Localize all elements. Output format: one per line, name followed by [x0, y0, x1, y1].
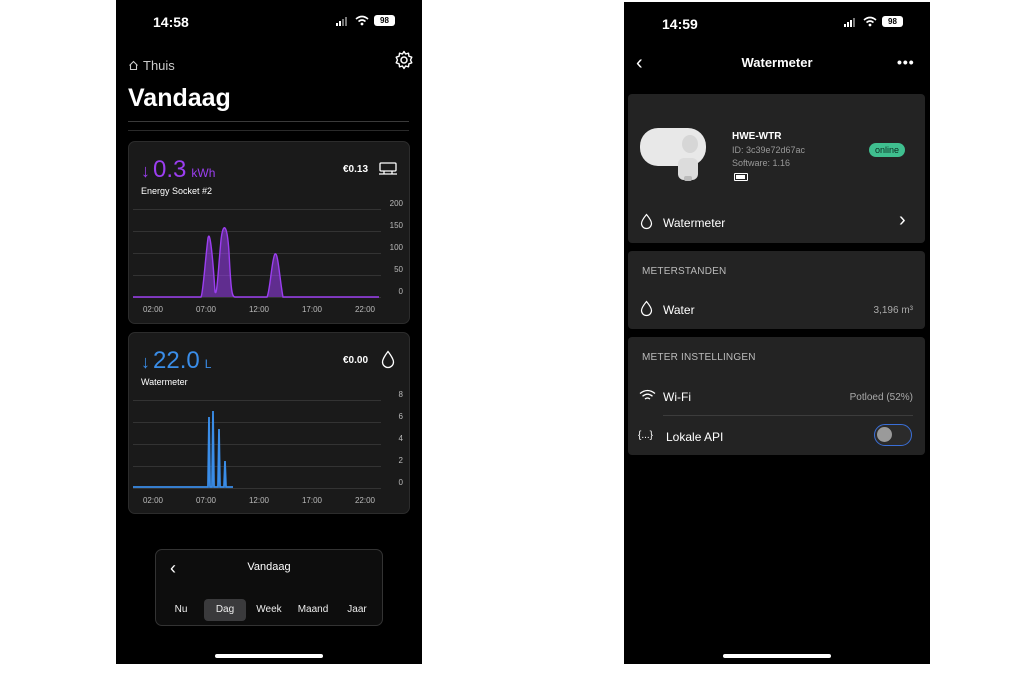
- watermeter-row-label: Watermeter: [663, 216, 726, 230]
- breadcrumb-label: Thuis: [143, 58, 175, 73]
- period-option-jaar[interactable]: Jaar: [336, 599, 378, 621]
- wifi-row[interactable]: Wi-Fi Potloed (52%): [628, 379, 925, 413]
- period-selector: ‹ Vandaag Nu Dag Week Maand Jaar: [155, 549, 383, 626]
- page-title: Vandaag: [128, 84, 231, 112]
- energy-chart-plot: [133, 227, 379, 298]
- water-drop-icon: [640, 213, 653, 230]
- divider: [128, 121, 409, 122]
- section-title: METER INSTELLINGEN: [642, 352, 756, 363]
- chevron-right-icon: ›: [899, 209, 906, 231]
- online-status-badge: online: [869, 143, 906, 157]
- wifi-icon: [355, 15, 369, 26]
- phone-screen-dashboard: 14:58 98 Thuis Vandaag ↓ 0.3 kWh Energy …: [116, 0, 422, 664]
- period-option-nu[interactable]: Nu: [160, 599, 202, 621]
- water-series-line: [133, 410, 233, 488]
- readings-panel: METERSTANDEN Water 3,196 m³: [628, 251, 925, 329]
- local-api-label: Lokale API: [666, 430, 724, 444]
- device-battery-icon: [734, 173, 748, 181]
- status-time: 14:58: [153, 14, 189, 30]
- battery-icon: 98: [882, 16, 903, 27]
- water-reading-label: Water: [663, 303, 695, 317]
- phone-screen-watermeter: 14:59 98 ‹ Watermeter ••• HWE-WTR ID: 3c…: [624, 2, 930, 664]
- toggle-knob: [877, 427, 892, 442]
- home-indicator: [723, 654, 831, 658]
- watermeter-device-image: [640, 128, 706, 181]
- device-software: Software: 1.16: [732, 158, 791, 168]
- more-options-icon[interactable]: •••: [897, 54, 915, 70]
- energy-socket-card[interactable]: ↓ 0.3 kWh Energy Socket #2 €0.13 200 150 1…: [128, 141, 410, 324]
- energy-series-line: [133, 227, 379, 298]
- wifi-icon: [639, 389, 656, 400]
- wifi-value: Potloed (52%): [849, 392, 913, 403]
- device-panel: HWE-WTR ID: 3c39e72d67ac Software: 1.16 …: [628, 94, 925, 243]
- settings-panel: METER INSTELLINGEN Wi-Fi Potloed (52%) {…: [628, 337, 925, 455]
- divider: [128, 130, 409, 131]
- nav-title: Watermeter: [741, 55, 813, 70]
- gear-icon[interactable]: [394, 50, 414, 70]
- water-reading-value: 3,196 m³: [873, 305, 913, 316]
- local-api-row: {...} Lokale API: [628, 419, 925, 453]
- local-api-toggle[interactable]: [874, 424, 912, 446]
- status-time: 14:59: [662, 16, 698, 32]
- watermeter-row[interactable]: Watermeter ›: [628, 206, 925, 238]
- period-title: Vandaag: [247, 561, 291, 573]
- device-model: HWE-WTR: [732, 131, 782, 142]
- divider: [663, 415, 913, 416]
- period-option-maand[interactable]: Maand: [292, 599, 334, 621]
- water-drop-icon: [640, 300, 653, 317]
- water-chart-plot: [133, 410, 233, 488]
- wifi-icon: [863, 16, 877, 27]
- cellular-signal-icon: [336, 17, 347, 26]
- watermeter-card[interactable]: ↓ 22.0 L Watermeter €0.00 8 6 4 2 0 02:00 07:0…: [128, 332, 410, 514]
- battery-icon: 98: [374, 15, 395, 26]
- breadcrumb[interactable]: Thuis: [128, 58, 175, 73]
- cellular-signal-icon: [844, 18, 855, 27]
- energy-series-area: [133, 227, 379, 297]
- home-icon: [129, 60, 138, 71]
- period-option-dag[interactable]: Dag: [204, 599, 246, 621]
- device-id: ID: 3c39e72d67ac: [732, 145, 806, 155]
- period-option-week[interactable]: Week: [248, 599, 290, 621]
- code-braces-icon: {...}: [638, 430, 654, 441]
- section-title: METERSTANDEN: [642, 266, 727, 277]
- home-indicator: [215, 654, 323, 658]
- wifi-label: Wi-Fi: [663, 390, 691, 404]
